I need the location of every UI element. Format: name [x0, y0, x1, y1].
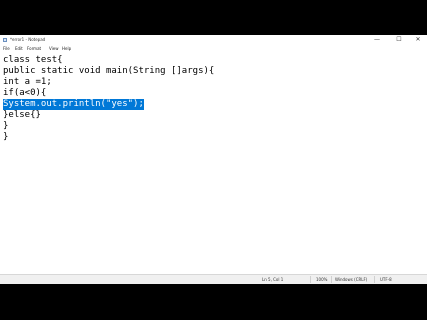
menu-view[interactable]: View: [49, 45, 59, 52]
status-divider: [331, 276, 332, 283]
notepad-window: *error1 - Notepad — ☐ ✕ File Edit Format…: [0, 35, 427, 284]
menu-help[interactable]: Help: [62, 45, 71, 52]
window-title: *error1 - Notepad: [10, 37, 46, 42]
cursor-position: Ln 5, Col 1: [262, 277, 284, 282]
code-line: public static void main(String []args){: [3, 66, 215, 76]
notepad-icon: [3, 38, 7, 42]
status-divider: [374, 276, 375, 283]
code-line: }: [3, 121, 9, 131]
status-divider: [310, 276, 311, 283]
code-line: if(a<0){: [3, 88, 47, 98]
code-line: }: [3, 132, 9, 142]
minimize-button[interactable]: —: [370, 35, 384, 45]
close-button[interactable]: ✕: [411, 35, 425, 45]
text-editor[interactable]: class test{ public static void main(Stri…: [0, 53, 427, 273]
menu-bar: File Edit Format View Help: [0, 45, 427, 52]
line-endings: Windows (CRLF): [335, 277, 368, 282]
code-line: }else{}: [3, 110, 41, 120]
code-line: int a =1;: [3, 77, 52, 87]
selected-code-line: System.out.println("yes");: [3, 99, 144, 110]
menu-edit[interactable]: Edit: [15, 45, 23, 52]
maximize-button[interactable]: ☐: [392, 35, 406, 45]
title-bar: *error1 - Notepad — ☐ ✕: [0, 35, 427, 45]
code-line: class test{: [3, 55, 63, 65]
encoding: UTF-8: [380, 277, 392, 282]
menu-file[interactable]: File: [3, 45, 10, 52]
menu-format[interactable]: Format: [27, 45, 41, 52]
status-bar: Ln 5, Col 1 100% Windows (CRLF) UTF-8: [0, 274, 427, 284]
zoom-level: 100%: [316, 277, 328, 282]
